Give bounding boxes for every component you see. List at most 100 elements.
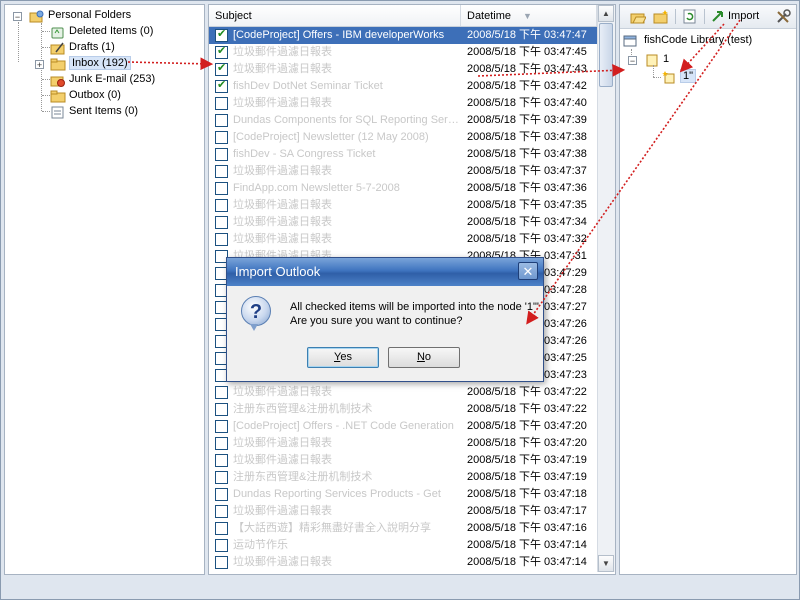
row-checkbox[interactable] — [215, 114, 228, 127]
row-checkbox[interactable] — [215, 505, 228, 518]
row-datetime: 2008/5/18 下午 03:47:38 — [467, 148, 587, 160]
row-checkbox[interactable] — [215, 522, 228, 535]
row-checkbox[interactable] — [215, 27, 228, 42]
node-child-label: 1" — [680, 69, 697, 83]
row-checkbox[interactable] — [215, 556, 228, 569]
table-row[interactable]: 垃圾郵件過濾日報表 2008/5/18 下午 03:47:17 — [209, 503, 597, 520]
row-checkbox[interactable] — [215, 44, 228, 59]
row-checkbox[interactable] — [215, 539, 228, 552]
table-row[interactable]: 运动节作乐 2008/5/18 下午 03:47:14 — [209, 537, 597, 554]
table-row[interactable]: 【大話西遊】精彩無盡好書全入說明分享 2008/5/18 下午 03:47:16 — [209, 520, 597, 537]
row-subject: 垃圾郵件過濾日報表 — [233, 437, 332, 449]
table-row[interactable]: fishDev DotNet Seminar Ticket 2008/5/18 下… — [209, 78, 597, 95]
yes-button[interactable]: Yes — [307, 347, 379, 368]
column-header-datetime[interactable]: Datetime ▼ — [461, 5, 597, 26]
table-row[interactable]: 垃圾郵件過濾日報表 2008/5/18 下午 03:47:22 — [209, 384, 597, 401]
collapse-node1-toggle[interactable]: − — [628, 56, 637, 66]
table-row[interactable]: [CodeProject] Offers - .NET Code Generat… — [209, 418, 597, 435]
row-checkbox[interactable] — [215, 420, 228, 433]
row-datetime: 2008/5/18 下午 03:47:47 — [467, 29, 587, 41]
table-row[interactable]: Dundas Reporting Services Products - Get… — [209, 486, 597, 503]
table-row[interactable]: 垃圾郵件過濾日報表 2008/5/18 下午 03:47:19 — [209, 452, 597, 469]
row-checkbox[interactable] — [215, 165, 228, 178]
tree-item-junk-email[interactable]: Junk E-mail (253) — [50, 71, 155, 87]
row-datetime: 2008/5/18 下午 03:47:39 — [467, 114, 587, 126]
table-row[interactable]: [CodeProject] Offers - IBM developerWork… — [209, 27, 597, 44]
table-row[interactable]: 注册东西管理&注册机制技术 2008/5/18 下午 03:47:22 — [209, 401, 597, 418]
import-icon[interactable] — [710, 9, 726, 24]
table-row[interactable]: 垃圾郵件過濾日報表 2008/5/18 下午 03:47:34 — [209, 214, 597, 231]
row-subject: FindApp.com Newsletter 5-7-2008 — [233, 182, 400, 194]
expand-inbox-toggle[interactable]: + — [35, 60, 44, 70]
row-checkbox[interactable] — [215, 488, 228, 501]
column-header-subject[interactable]: Subject — [209, 5, 461, 26]
open-folder-icon[interactable] — [630, 9, 647, 24]
list-vertical-scrollbar[interactable]: ▲ ▼ — [597, 5, 615, 572]
tree-item-deleted-items[interactable]: Deleted Items (0) — [50, 23, 153, 39]
scroll-up-icon[interactable]: ▲ — [598, 5, 614, 22]
scroll-down-icon[interactable]: ▼ — [598, 555, 614, 572]
row-datetime: 2008/5/18 下午 03:47:14 — [467, 556, 587, 568]
row-checkbox[interactable] — [215, 403, 228, 416]
list-header: Subject Datetime ▼ — [209, 5, 597, 27]
tree-item-inbox[interactable]: Inbox (192) — [50, 55, 131, 71]
table-row[interactable]: 垃圾郵件過濾日報表 2008/5/18 下午 03:47:37 — [209, 163, 597, 180]
scroll-thumb[interactable] — [599, 23, 613, 87]
new-folder-icon[interactable] — [653, 9, 669, 24]
settings-tools-icon[interactable] — [775, 9, 791, 24]
tree-item-node-child[interactable]: 1" — [661, 68, 697, 84]
row-checkbox[interactable] — [215, 216, 228, 229]
tree-item-sent-items[interactable]: Sent Items (0) — [50, 103, 138, 119]
row-checkbox[interactable] — [215, 131, 228, 144]
table-row[interactable]: Dundas Components for SQL Reporting Serv… — [209, 112, 597, 129]
row-checkbox[interactable] — [215, 182, 228, 195]
close-icon[interactable]: ✕ — [518, 262, 538, 280]
junk-mail-icon — [50, 73, 66, 87]
dialog-titlebar[interactable]: Import Outlook ✕ — [227, 258, 543, 286]
table-row[interactable]: FindApp.com Newsletter 5-7-2008 2008/5/18… — [209, 180, 597, 197]
table-row[interactable]: 垃圾郵件過濾日報表 2008/5/18 下午 03:47:45 — [209, 44, 597, 61]
row-subject: [CodeProject] Offers - .NET Code Generat… — [233, 420, 454, 432]
refresh-icon[interactable] — [682, 9, 698, 24]
import-button[interactable]: Import — [728, 10, 759, 22]
row-checkbox[interactable] — [215, 471, 228, 484]
row-datetime: 2008/5/18 下午 03:47:14 — [467, 539, 587, 551]
table-row[interactable]: 垃圾郵件過濾日報表 2008/5/18 下午 03:47:35 — [209, 197, 597, 214]
library-toolbar: Import — [620, 5, 796, 29]
row-datetime: 2008/5/18 下午 03:47:45 — [467, 46, 587, 58]
row-checkbox[interactable] — [215, 454, 228, 467]
import-outlook-dialog: Import Outlook ✕ ? All checked items wil… — [226, 257, 544, 382]
row-checkbox[interactable] — [215, 437, 228, 450]
row-datetime: 2008/5/18 下午 03:47:38 — [467, 131, 587, 143]
row-datetime: 2008/5/18 下午 03:47:16 — [467, 522, 587, 534]
row-datetime: 2008/5/18 下午 03:47:19 — [467, 454, 587, 466]
row-checkbox[interactable] — [215, 199, 228, 212]
table-row[interactable]: 垃圾郵件過濾日報表 2008/5/18 下午 03:47:43 — [209, 61, 597, 78]
table-row[interactable]: 垃圾郵件過濾日報表 2008/5/18 下午 03:47:32 — [209, 231, 597, 248]
row-checkbox[interactable] — [215, 61, 228, 76]
no-button[interactable]: No — [388, 347, 460, 368]
tree-item-drafts[interactable]: Drafts (1) — [50, 39, 115, 55]
row-checkbox[interactable] — [215, 97, 228, 110]
row-datetime: 2008/5/18 下午 03:47:36 — [467, 182, 587, 194]
table-row[interactable]: [CodeProject] Newsletter (12 May 2008) 20… — [209, 129, 597, 146]
row-checkbox[interactable] — [215, 233, 228, 246]
library-icon — [623, 34, 639, 47]
row-subject: fishDev - SA Congress Ticket — [233, 148, 376, 160]
row-subject: 垃圾郵件過濾日報表 — [233, 556, 332, 568]
tree-item-personal-folders[interactable]: Personal Folders — [29, 7, 131, 23]
tree-item-outbox[interactable]: Outbox (0) — [50, 87, 121, 103]
row-checkbox[interactable] — [215, 78, 228, 93]
tree-item-node-1[interactable]: 1 — [644, 51, 669, 67]
table-row[interactable]: 垃圾郵件過濾日報表 2008/5/18 下午 03:47:14 — [209, 554, 597, 571]
sent-items-icon — [50, 105, 66, 119]
table-row[interactable]: 垃圾郵件過濾日報表 2008/5/18 下午 03:47:20 — [209, 435, 597, 452]
tree-item-library-root[interactable]: fishCode Library (test) — [620, 32, 752, 48]
collapse-root-toggle[interactable]: − — [13, 12, 22, 22]
row-datetime: 2008/5/18 下午 03:47:40 — [467, 97, 587, 109]
row-checkbox[interactable] — [215, 386, 228, 399]
table-row[interactable]: 垃圾郵件過濾日報表 2008/5/18 下午 03:47:40 — [209, 95, 597, 112]
table-row[interactable]: fishDev - SA Congress Ticket 2008/5/18 下午… — [209, 146, 597, 163]
table-row[interactable]: 注册东西管理&注册机制技术 2008/5/18 下午 03:47:19 — [209, 469, 597, 486]
row-checkbox[interactable] — [215, 148, 228, 161]
